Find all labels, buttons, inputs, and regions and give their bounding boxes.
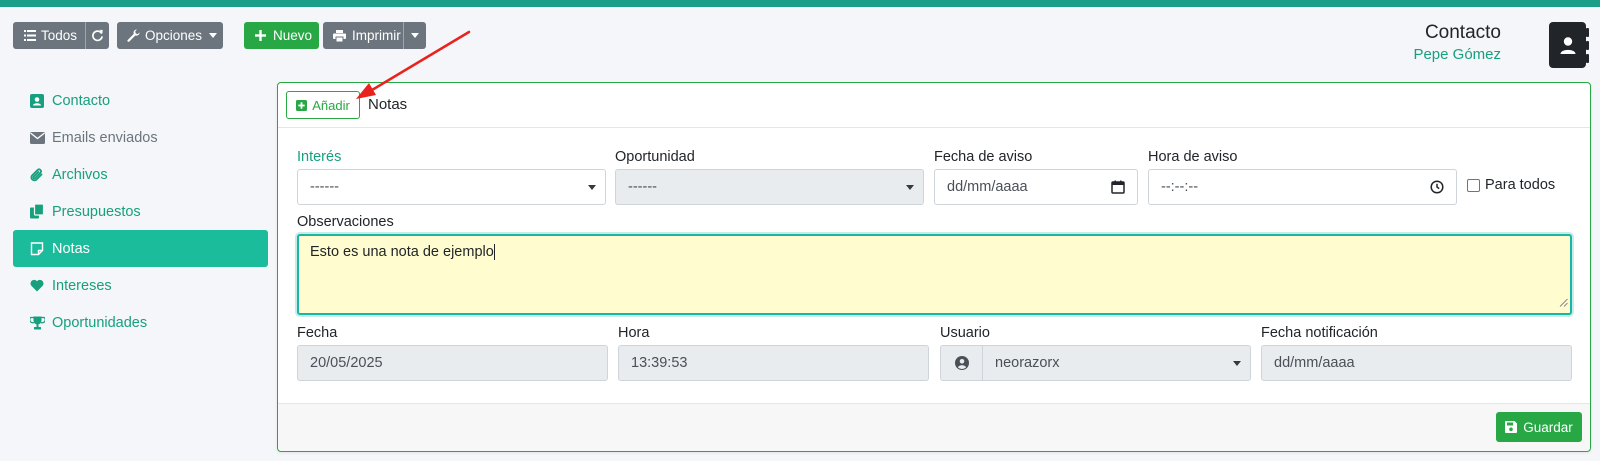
time-value: 13:39:53 (631, 355, 688, 371)
sidebar-item-quotes[interactable]: Presupuestos (13, 193, 268, 230)
heart-icon (30, 279, 48, 292)
notice-time-placeholder: --:--:-- (1161, 179, 1199, 195)
notice-date-input[interactable]: dd/mm/aaaa (934, 169, 1138, 205)
notification-date-field: dd/mm/aaaa (1261, 345, 1572, 381)
print-button[interactable]: Imprimir (323, 22, 426, 49)
notice-time-input[interactable]: --:--:-- (1148, 169, 1457, 205)
sidebar-item-files[interactable]: Archivos (13, 156, 268, 193)
notification-date-placeholder: dd/mm/aaaa (1274, 355, 1355, 371)
notice-date-label: Fecha de aviso (934, 149, 1033, 165)
date-label: Fecha (297, 325, 338, 341)
sidebar-item-label: Emails enviados (52, 129, 158, 146)
wrench-icon (127, 29, 140, 42)
plus-icon (255, 30, 266, 41)
refresh-icon[interactable] (91, 29, 104, 42)
observations-label: Observaciones (297, 214, 394, 230)
save-button[interactable]: Guardar (1496, 412, 1582, 442)
add-button[interactable]: Añadir (286, 91, 360, 119)
notification-date-label: Fecha notificación (1261, 325, 1378, 341)
date-value: 20/05/2025 (310, 355, 383, 371)
card-footer: Guardar (278, 403, 1590, 451)
user-label: Usuario (940, 325, 990, 341)
envelope-icon (30, 131, 48, 144)
card-header: Añadir Notas (278, 83, 1590, 128)
trophy-icon (30, 316, 48, 330)
chevron-down-icon (209, 33, 218, 38)
time-label: Hora (618, 325, 650, 341)
sidebar-item-label: Contacto (52, 92, 111, 109)
sidebar-item-interests[interactable]: Intereses (13, 267, 268, 304)
chevron-down-icon (906, 185, 914, 190)
all-button-label: Todos (41, 28, 78, 43)
interest-select[interactable]: ------ (297, 169, 606, 205)
notice-date-placeholder: dd/mm/aaaa (947, 179, 1028, 195)
sidebar-item-label: Oportunidades (52, 314, 148, 331)
top-accent-bar (0, 0, 1600, 7)
opportunity-label: Oportunidad (615, 149, 695, 165)
chevron-down-icon[interactable] (411, 33, 419, 38)
sidebar-item-emails-sent[interactable]: Emails enviados (13, 119, 268, 156)
opportunity-value: ------ (628, 179, 657, 195)
sidebar-item-label: Presupuestos (52, 203, 141, 220)
contact-book-icon (1549, 22, 1586, 68)
new-button[interactable]: Nuevo (244, 22, 319, 49)
contact-name-link[interactable]: Pepe Gómez (1413, 46, 1501, 63)
add-button-label: Añadir (312, 97, 350, 113)
page-title: Contacto (1424, 22, 1501, 43)
print-button-label: Imprimir (352, 28, 401, 43)
printer-icon (333, 29, 346, 42)
for-all-label[interactable]: Para todos (1485, 177, 1555, 193)
observations-value: Esto es una nota de ejemplo (310, 244, 494, 260)
interest-value: ------ (310, 179, 339, 195)
new-button-label: Nuevo (273, 28, 313, 43)
contact-card-icon (30, 93, 48, 108)
options-button-label: Opciones (145, 28, 203, 43)
note-icon (30, 241, 48, 256)
save-button-label: Guardar (1523, 419, 1573, 435)
clock-icon[interactable] (1430, 180, 1444, 198)
opportunity-select[interactable]: ------ (615, 169, 924, 205)
user-value: neorazorx (995, 355, 1060, 371)
user-circle-icon (940, 345, 983, 381)
observations-textarea[interactable]: Esto es una nota de ejemplo (297, 234, 1572, 315)
resize-handle[interactable] (1559, 295, 1568, 311)
plus-square-icon (296, 99, 308, 111)
options-button[interactable]: Opciones (117, 22, 223, 49)
sidebar-item-label: Archivos (52, 166, 108, 183)
sidebar-item-label: Intereses (52, 277, 112, 294)
floppy-disk-icon (1505, 421, 1518, 433)
sidebar-item-label: Notas (52, 240, 90, 257)
paperclip-icon (30, 168, 48, 182)
chevron-down-icon (588, 185, 596, 190)
interest-label: Interés (297, 149, 342, 165)
date-field: 20/05/2025 (297, 345, 608, 381)
calendar-icon[interactable] (1111, 180, 1125, 198)
user-select-group: neorazorx (940, 345, 1251, 381)
text-cursor (493, 244, 495, 261)
card-title: Notas (368, 96, 408, 113)
all-button[interactable]: Todos (13, 22, 109, 49)
notice-time-label: Hora de aviso (1148, 149, 1238, 165)
sidebar-item-opportunities[interactable]: Oportunidades (13, 304, 268, 341)
user-select[interactable]: neorazorx (982, 345, 1251, 381)
sidebar-item-contact[interactable]: Contacto (13, 82, 268, 119)
list-icon (24, 30, 36, 41)
copy-icon (30, 204, 48, 219)
chevron-down-icon (1233, 361, 1241, 366)
for-all-checkbox[interactable] (1467, 179, 1480, 192)
contact-book-tabs (1586, 28, 1590, 67)
sidebar-item-notes[interactable]: Notas (13, 230, 268, 267)
time-field: 13:39:53 (618, 345, 929, 381)
